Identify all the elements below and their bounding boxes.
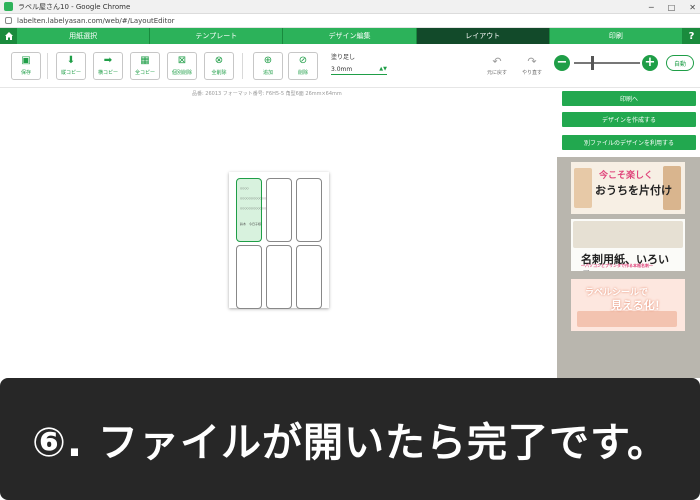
bleed-input[interactable]: 3.0mm ▲▼ (331, 64, 387, 75)
banner-title: 今こそ楽しく (599, 171, 654, 181)
delete-all-label: 全削除 (211, 70, 227, 76)
zoom-in-button[interactable]: + (642, 55, 658, 71)
go-to-print-button[interactable]: 印刷へ (562, 91, 696, 106)
add-button[interactable]: ⊕ 追加 (253, 52, 283, 80)
home-icon (4, 32, 13, 40)
bleed-label: 塗り足し (331, 54, 356, 61)
zoom-control: − + (554, 52, 660, 74)
banner-area: 今こそ楽しく おうちを片付け 名刺用紙、いろいろ。 〜パソコンとプリンタで作る本… (557, 157, 700, 378)
copy-right-button[interactable]: ➡ 横コピー (93, 52, 123, 80)
delete-one-icon: ⊠ (177, 55, 187, 66)
label-sheet: ○○○○ ○○○○○○○○○○○○○○○ ○○○○○○○○○○○○○ 鈴木 今日… (229, 172, 329, 309)
delete-all-button[interactable]: ⊗ 全削除 (204, 52, 234, 80)
copy-all-label: 全コピー (134, 70, 155, 76)
home-button[interactable] (0, 28, 17, 44)
help-button[interactable]: ? (683, 28, 700, 44)
spinner-icon[interactable]: ▲▼ (379, 66, 387, 72)
instruction-caption: ⑥. ファイルが開いたら完了です。 (0, 378, 700, 500)
redo-icon: ↷ (527, 55, 537, 68)
delete-button[interactable]: ⊘ 削除 (288, 52, 318, 80)
step-navigation: 用紙選択 テンプレート デザイン編集 レイアウト 印刷 ? (0, 28, 700, 44)
label-cell[interactable] (266, 178, 292, 242)
layout-canvas[interactable]: 品番: 26013 フォーマット番号: F6H5-5 角型6面 26mm×64m… (0, 88, 557, 378)
divider (47, 53, 48, 79)
zoom-slider-thumb[interactable] (590, 56, 594, 70)
bleed-setting[interactable]: 塗り足し 3.0mm ▲▼ (331, 52, 389, 80)
add-label: 追加 (262, 70, 273, 76)
divider (242, 53, 243, 79)
label-text-line: ○○○○ (240, 187, 249, 190)
create-design-button[interactable]: デザインを作成する (562, 112, 696, 127)
undo-button[interactable]: ↶ 元に戻す (482, 52, 512, 80)
use-other-file-button[interactable]: 別ファイルのデザインを利用する (562, 135, 696, 150)
add-page-icon: ⊕ (263, 55, 273, 66)
banner-tidy-home[interactable]: 今こそ楽しく おうちを片付け (571, 162, 685, 214)
caption-text: ⑥. ファイルが開いたら完了です。 (32, 420, 668, 466)
url-text[interactable]: labelten.labelyasan.com/web/#/LayoutEdit… (17, 17, 174, 25)
banner-business-cards[interactable]: 名刺用紙、いろいろ。 〜パソコンとプリンタで作る本格名刺〜 (571, 219, 685, 271)
auto-zoom-button[interactable]: 自動 (666, 55, 694, 71)
delete-all-icon: ⊗ (214, 55, 224, 66)
banner-label-seal[interactable]: ラベルシールで 見える化！ (571, 279, 685, 331)
zoom-out-button[interactable]: − (554, 55, 570, 71)
label-cell[interactable] (296, 178, 322, 242)
copy-right-label: 横コピー (97, 70, 118, 76)
right-panel: 印刷へ デザインを作成する 別ファイルのデザインを利用する 今こそ楽しく おうち… (557, 88, 700, 378)
step-layout[interactable]: レイアウト (416, 28, 550, 44)
window-title: ラベル屋さん10 - Google Chrome (18, 2, 131, 11)
delete-one-button[interactable]: ⊠ 個別削除 (167, 52, 197, 80)
delete-label: 削除 (297, 70, 308, 76)
label-cell-selected[interactable]: ○○○○ ○○○○○○○○○○○○○○○ ○○○○○○○○○○○○○ 鈴木 今日… (236, 178, 273, 242)
save-label: 保存 (20, 70, 31, 76)
maximize-button[interactable]: □ (668, 3, 676, 12)
copy-down-label: 縦コピー (60, 70, 81, 76)
lock-icon (5, 17, 12, 24)
close-button[interactable]: ✕ (689, 3, 696, 12)
zoom-slider-track[interactable] (574, 62, 640, 64)
app-logo-icon (4, 2, 13, 11)
banner-photo (577, 311, 677, 327)
step-design-edit[interactable]: デザイン編集 (283, 28, 417, 44)
banner-photo (574, 168, 592, 208)
copy-down-button[interactable]: ⬇ 縦コピー (56, 52, 86, 80)
save-button[interactable]: ▣ 保存 (11, 52, 41, 80)
grid-icon: ▦ (140, 55, 150, 66)
arrow-down-icon: ⬇ (66, 55, 76, 66)
step-print[interactable]: 印刷 (549, 28, 684, 44)
label-text-name: 鈴木 今日子様 (240, 222, 262, 226)
label-text-line: ○○○○○○○○○○○○○ (240, 207, 269, 210)
step-template[interactable]: テンプレート (150, 28, 284, 44)
banner-subtitle: 〜パソコンとプリンタで作る本格名刺〜 (581, 263, 653, 268)
minimize-button[interactable]: ─ (649, 3, 654, 12)
step-paper-select[interactable]: 用紙選択 (17, 28, 151, 44)
delete-one-label: 個別削除 (171, 70, 192, 76)
arrow-right-icon: ➡ (103, 55, 113, 66)
undo-label: 元に戻す (486, 70, 507, 76)
browser-titlebar: ラベル屋さん10 - Google Chrome ─ □ ✕ (0, 0, 700, 14)
label-cell[interactable] (296, 245, 322, 309)
save-icon: ▣ (21, 55, 31, 66)
redo-button[interactable]: ↷ やり直す (517, 52, 547, 80)
label-cell[interactable] (266, 245, 292, 309)
banner-photo (573, 221, 683, 248)
copy-all-button[interactable]: ▦ 全コピー (130, 52, 160, 80)
redo-label: やり直す (521, 70, 542, 76)
paper-info: 品番: 26013 フォーマット番号: F6H5-5 角型6面 26mm×64m… (192, 91, 342, 97)
address-bar[interactable]: labelten.labelyasan.com/web/#/LayoutEdit… (0, 14, 700, 28)
undo-icon: ↶ (492, 55, 502, 68)
banner-subtitle: おうちを片付け (595, 184, 672, 197)
delete-page-icon: ⊘ (298, 55, 308, 66)
bleed-value: 3.0mm (331, 65, 353, 73)
label-cell[interactable] (236, 245, 262, 309)
banner-subtitle: 見える化！ (611, 299, 666, 312)
